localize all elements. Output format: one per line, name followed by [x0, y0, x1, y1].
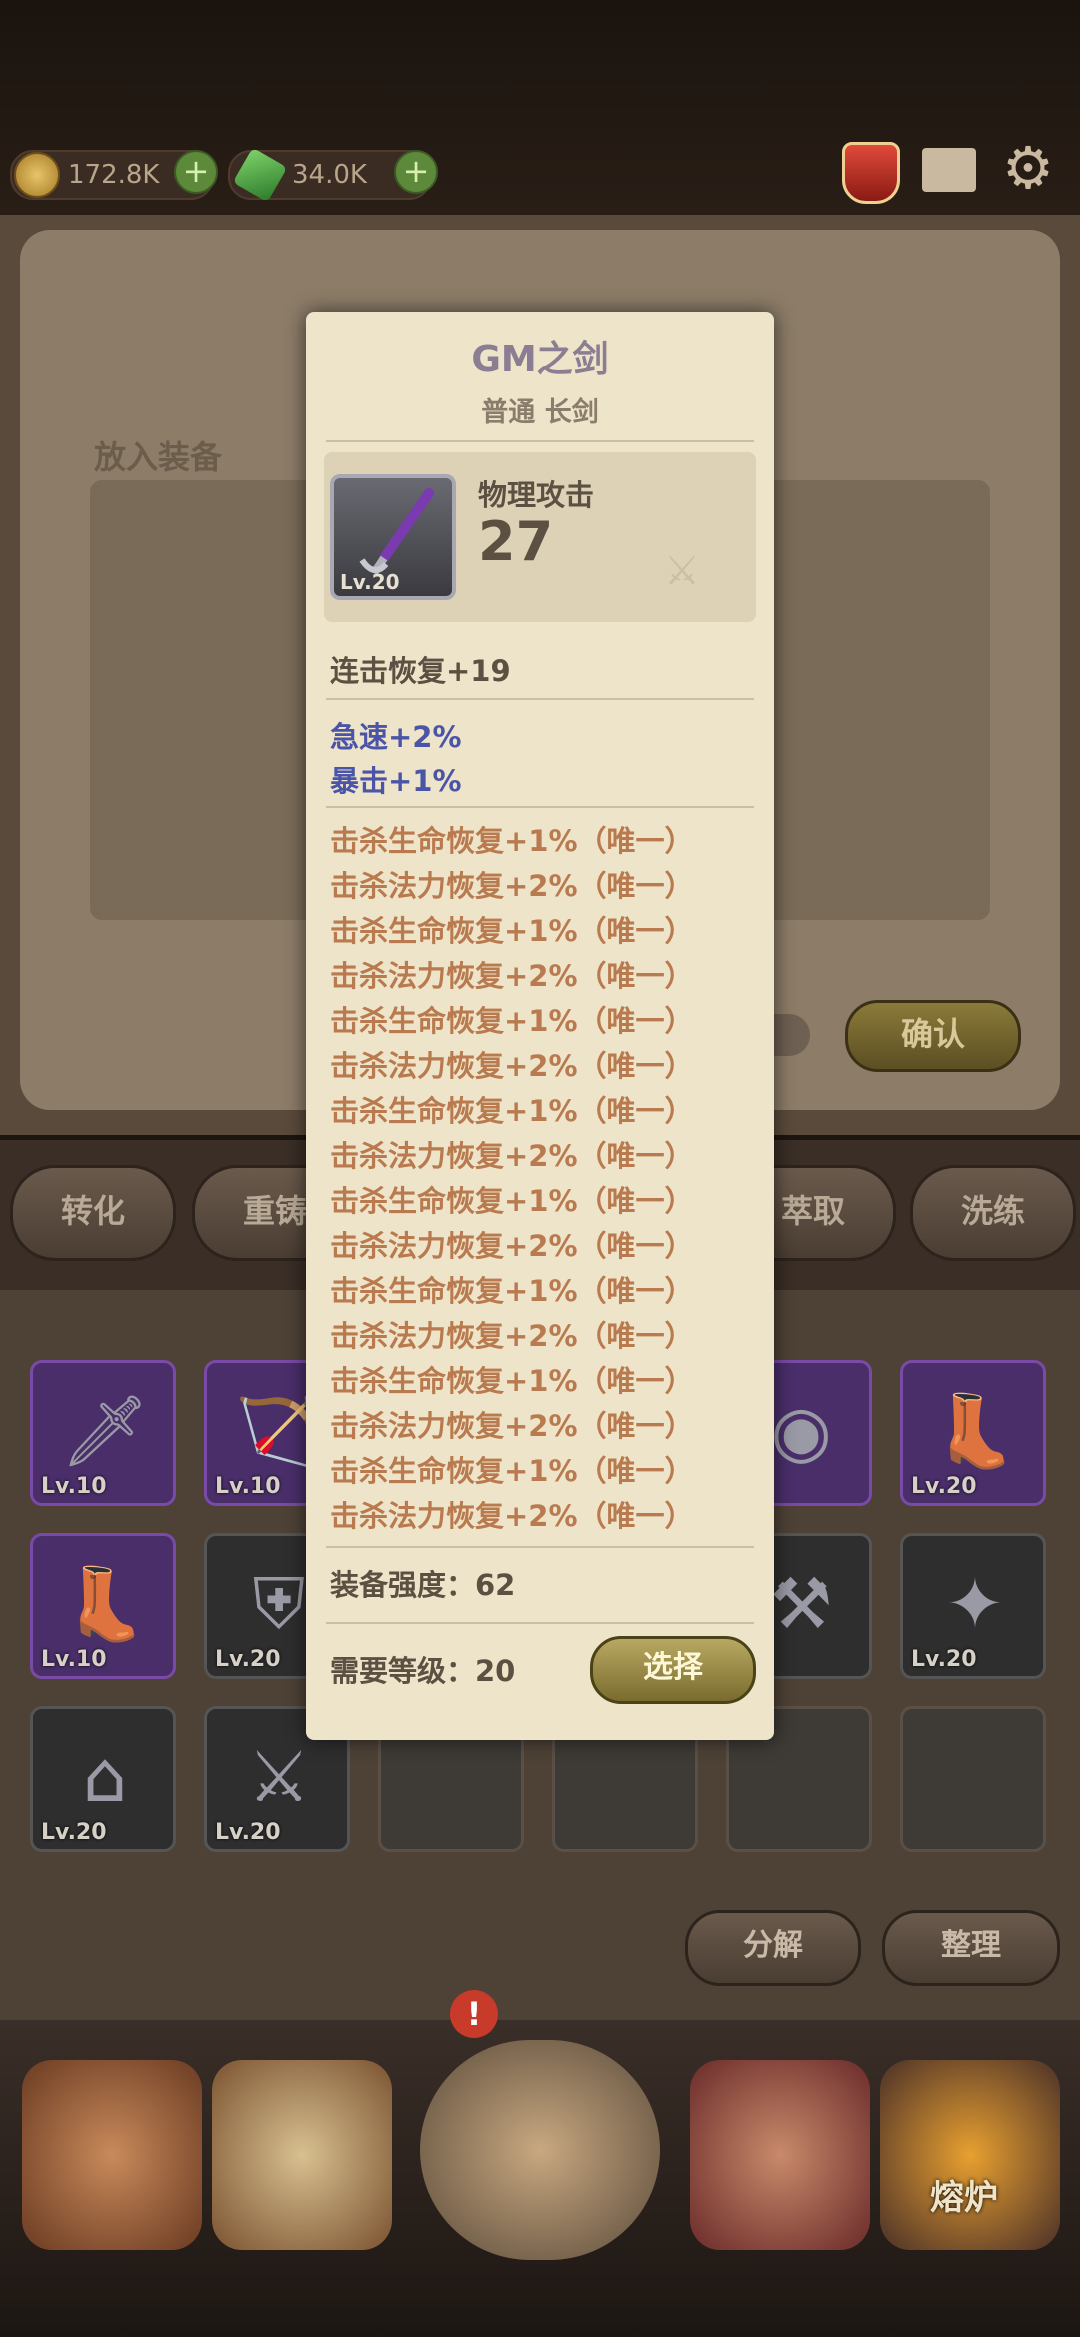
sword-icon: ⚔: [247, 1736, 311, 1818]
item-title: GM之剑: [471, 339, 609, 380]
decompose-button[interactable]: 分解: [685, 1910, 861, 1986]
gem-icon: [232, 147, 288, 203]
unique-stat-line: 击杀法力恢复+2%（唯一）: [330, 1049, 694, 1083]
unique-stat-line: 击杀生命恢复+1%（唯一）: [330, 1094, 694, 1128]
boots-icon: 👢: [931, 1390, 1019, 1472]
nav-treasure-icon[interactable]: [690, 2060, 870, 2250]
unique-stat-line: 击杀生命恢复+1%（唯一）: [330, 824, 694, 858]
tab-convert[interactable]: 转化: [10, 1165, 176, 1261]
slot-level: Lv.20: [215, 1647, 281, 1672]
slot-level: Lv.20: [215, 1820, 281, 1845]
main-stat-label: 物理攻击: [478, 478, 595, 512]
unique-stat-line: 击杀生命恢复+1%（唯一）: [330, 1364, 694, 1398]
hood-icon: ⌂: [82, 1736, 128, 1818]
inventory-slot[interactable]: ✦ Lv.20: [900, 1533, 1046, 1679]
slot-level: Lv.10: [41, 1474, 107, 1499]
unique-stat-line: 击杀法力恢复+2%（唯一）: [330, 1409, 694, 1443]
nav-forge-label: 熔炉: [930, 2178, 998, 2218]
potion-icon[interactable]: [842, 142, 900, 204]
gem-amount: 34.0K: [292, 160, 367, 190]
inventory-slot[interactable]: 👢 Lv.10: [30, 1533, 176, 1679]
sword-watermark-icon: ⚔: [664, 548, 700, 594]
slot-level: Lv.20: [911, 1647, 977, 1672]
boots-icon: 👢: [61, 1563, 149, 1645]
unique-stat-line: 击杀生命恢复+1%（唯一）: [330, 1184, 694, 1218]
unique-stat-line: 击杀生命恢复+1%（唯一）: [330, 1454, 694, 1488]
equipment-strength: 装备强度：62: [330, 1568, 516, 1602]
nav-forge-icon[interactable]: [880, 2060, 1060, 2250]
sort-button[interactable]: 整理: [882, 1910, 1060, 1986]
unique-stat-line: 击杀法力恢复+2%（唯一）: [330, 1499, 694, 1533]
sword-icon: Lv.20: [330, 474, 456, 600]
gear-icon[interactable]: ⚙: [1000, 139, 1056, 197]
item-subtitle: 普通 长剑: [481, 397, 599, 428]
unique-stat-line: 击杀法力恢复+2%（唯一）: [330, 1319, 694, 1353]
inventory-slot[interactable]: 🗡 Lv.10: [30, 1360, 176, 1506]
add-gold-button[interactable]: +: [174, 150, 218, 194]
tab-refine[interactable]: 洗练: [910, 1165, 1076, 1261]
divider: [326, 698, 754, 700]
dagger-icon: 🗡: [60, 1390, 150, 1472]
secondary-stat-line: 暴击+1%: [330, 764, 462, 798]
unique-stat-line: 击杀法力恢复+2%（唯一）: [330, 869, 694, 903]
main-stat-value: 27: [478, 510, 554, 573]
gold-coin-icon: [14, 152, 60, 198]
inventory-slot[interactable]: ⌂ Lv.20: [30, 1706, 176, 1852]
divider: [326, 806, 754, 808]
nav-tavern-icon[interactable]: [212, 2060, 392, 2250]
slot-level: Lv.10: [41, 1647, 107, 1672]
slot-level: Lv.20: [911, 1474, 977, 1499]
required-level: 需要等级：20: [330, 1654, 516, 1688]
unique-stat-line: 击杀生命恢复+1%（唯一）: [330, 1274, 694, 1308]
put-equipment-label: 放入装备: [94, 438, 223, 476]
divider: [326, 440, 754, 442]
divider: [326, 1622, 754, 1624]
add-gems-button[interactable]: +: [394, 150, 438, 194]
base-stat-line: 连击恢复+19: [330, 654, 511, 688]
mail-icon[interactable]: [922, 148, 976, 192]
unique-stat-line: 击杀法力恢复+2%（唯一）: [330, 959, 694, 993]
alert-badge: !: [450, 1990, 498, 2038]
select-button[interactable]: 选择: [590, 1636, 756, 1704]
unique-stat-line: 击杀生命恢复+1%（唯一）: [330, 1004, 694, 1038]
nav-battle-icon[interactable]: [420, 2040, 660, 2260]
unique-stat-line: 击杀生命恢复+1%（唯一）: [330, 914, 694, 948]
empty-inventory-slot[interactable]: [900, 1706, 1046, 1852]
unique-stat-line: 击杀法力恢复+2%（唯一）: [330, 1229, 694, 1263]
slot-level: Lv.10: [215, 1474, 281, 1499]
confirm-button[interactable]: 确认: [845, 1000, 1021, 1072]
gold-amount: 172.8K: [68, 160, 160, 190]
secondary-stat-line: 急速+2%: [330, 720, 462, 754]
nav-home-icon[interactable]: [22, 2060, 202, 2250]
unique-stat-line: 击杀法力恢复+2%（唯一）: [330, 1139, 694, 1173]
inventory-slot[interactable]: 👢 Lv.20: [900, 1360, 1046, 1506]
emblem-icon: ✦: [945, 1563, 1005, 1645]
item-level: Lv.20: [340, 570, 400, 594]
slot-level: Lv.20: [41, 1820, 107, 1845]
divider: [326, 1546, 754, 1548]
